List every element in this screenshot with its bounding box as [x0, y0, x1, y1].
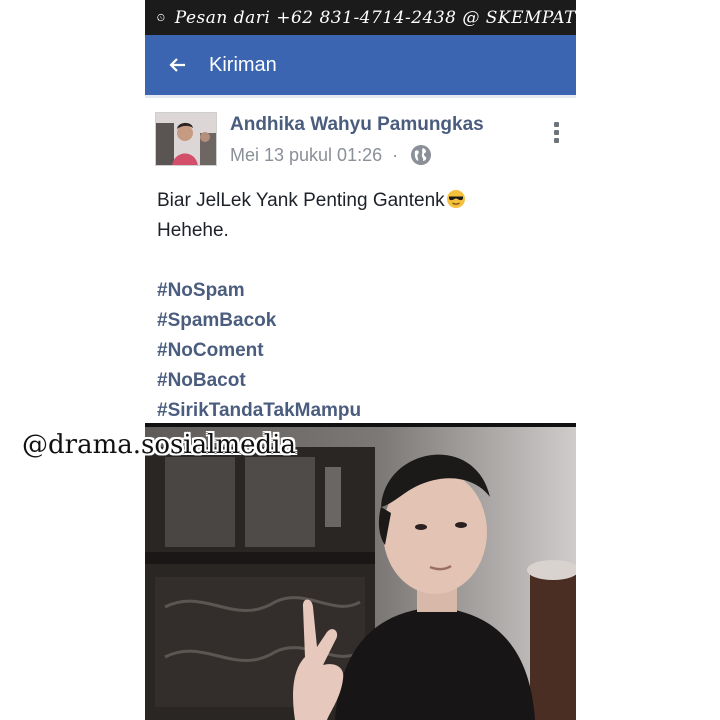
post-meta: Mei 13 pukul 01:26 · — [230, 144, 432, 166]
arrow-left-icon — [169, 58, 185, 72]
post-text: Biar JelLek Yank Penting Gantenk Hehehe. — [157, 186, 567, 246]
post-text-line2: Hehehe. — [157, 220, 229, 241]
post-photo[interactable] — [145, 427, 576, 720]
hashtag-link[interactable]: #SirikTandaTakMampu — [157, 396, 361, 426]
avatar-image — [156, 113, 216, 165]
more-vertical-icon — [549, 122, 563, 143]
watermark-text: @drama.sosialmedia — [22, 430, 296, 460]
hashtag-link[interactable]: #SpamBacok — [157, 306, 361, 336]
post-text-line1: Biar JelLek Yank Penting Gantenk — [157, 190, 445, 211]
post-text-line: Biar JelLek Yank Penting Gantenk — [157, 186, 567, 216]
notification-bar[interactable]: Pesan dari +62 831-4714-2438 @ SKEMPAT — [145, 0, 576, 35]
page-title: Kiriman — [209, 53, 277, 76]
meta-separator: · — [392, 144, 399, 165]
divider — [145, 95, 576, 98]
post-timestamp[interactable]: Mei 13 pukul 01:26 — [230, 145, 382, 166]
whatsapp-icon — [157, 13, 165, 22]
post-header: Andhika Wahyu Pamungkas Mei 13 pukul 01:… — [145, 106, 576, 176]
hashtag-list: #NoSpam #SpamBacok #NoComent #NoBacot #S… — [157, 276, 361, 426]
post-menu-button[interactable] — [549, 122, 563, 148]
post-author[interactable]: Andhika Wahyu Pamungkas — [230, 114, 484, 136]
avatar[interactable] — [155, 112, 217, 166]
photo-image — [145, 427, 576, 720]
notification-text: Pesan dari +62 831-4714-2438 @ SKEMPAT — [174, 7, 576, 28]
hashtag-link[interactable]: #NoSpam — [157, 276, 361, 306]
sunglasses-emoji-icon — [446, 190, 465, 208]
app-bar: Kiriman — [145, 35, 576, 95]
globe-icon — [411, 145, 432, 165]
hashtag-link[interactable]: #NoComent — [157, 336, 361, 366]
back-button[interactable] — [163, 50, 193, 80]
phone-screen: Pesan dari +62 831-4714-2438 @ SKEMPAT K… — [145, 0, 576, 720]
hashtag-link[interactable]: #NoBacot — [157, 366, 361, 396]
